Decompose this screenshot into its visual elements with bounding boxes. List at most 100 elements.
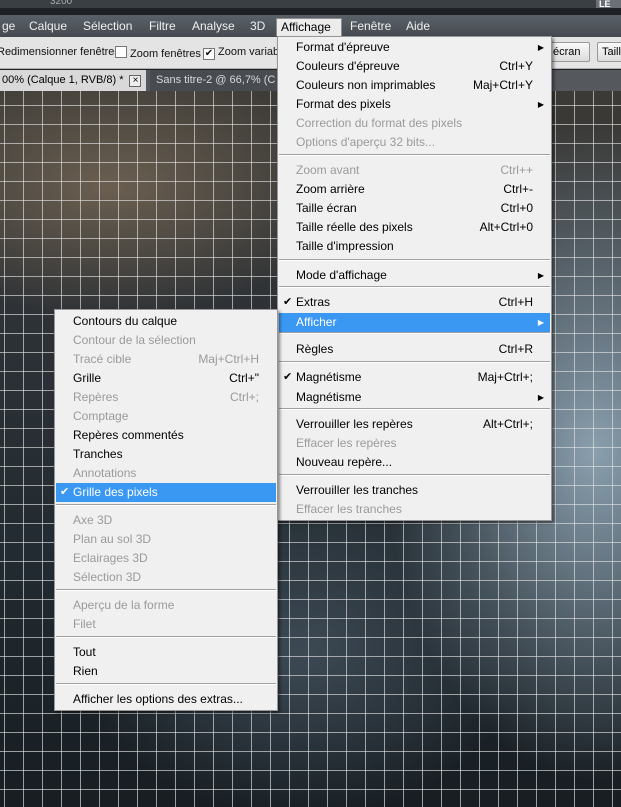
menu-item-trace-cible[interactable]: Tracé cible Maj+Ctrl+H	[56, 350, 276, 369]
resize-windows-label: Redimensionner fenêtres	[0, 46, 120, 58]
menu-item-label: Extras	[296, 295, 331, 309]
menu-item-options-d-apercu-32-bits[interactable]: Options d'aperçu 32 bits...	[279, 133, 550, 152]
menu-separator	[279, 408, 550, 410]
menu-item-couleurs-non-imprimables[interactable]: Couleurs non imprimables Maj+Ctrl+Y	[279, 76, 550, 95]
menu-3d[interactable]: 3D	[246, 18, 269, 36]
check-icon: ✔	[283, 296, 293, 308]
menu-item-label: Filet	[73, 617, 96, 631]
menu-item-shortcut: Ctrl+H	[498, 295, 533, 309]
menu-item-label: Verrouiller les repères	[296, 417, 413, 431]
menu-item-afficher[interactable]: Afficher ▶	[279, 313, 550, 332]
menu-item-afficher-les-options-des-extras[interactable]: Afficher les options des extras...	[56, 690, 276, 709]
menu-item-label: Tout	[73, 645, 96, 659]
menu-item-label: Sélection 3D	[73, 570, 142, 584]
menu-item-label: Comptage	[73, 409, 129, 423]
menu-item-label: Grille	[73, 371, 102, 385]
document-tab-title: 00% (Calque 1, RVB/8) *	[2, 74, 124, 86]
workspace-badge[interactable]: LE	[596, 0, 621, 8]
menu-selection[interactable]: Sélection	[79, 18, 136, 36]
menu-item-verrouiller-les-reperes[interactable]: Verrouiller les repères Alt+Ctrl+;	[279, 415, 550, 434]
menu-fenetre[interactable]: Fenêtre	[346, 18, 395, 36]
menu-affichage[interactable]: Affichage	[276, 18, 342, 36]
menu-item-correction-du-format-des-pixels[interactable]: Correction du format des pixels	[279, 114, 550, 133]
menu-item-selection-3d[interactable]: Sélection 3D	[56, 568, 276, 587]
document-tab-inactive[interactable]: Sans titre-2 @ 66,7% (C	[150, 70, 280, 91]
menu-item-magnetisme[interactable]: Magnétisme ▶	[279, 388, 550, 407]
menu-item-label: Tracé cible	[73, 352, 132, 366]
menu-aide[interactable]: Aide	[402, 18, 434, 36]
menu-item-shortcut: Alt+Ctrl+;	[482, 417, 533, 431]
menu-item-axe-3d[interactable]: Axe 3D	[56, 511, 276, 530]
menu-item-verrouiller-les-tranches[interactable]: Verrouiller les tranches	[279, 481, 550, 500]
menu-item-filet[interactable]: Filet	[56, 615, 276, 634]
menu-analyse[interactable]: Analyse	[188, 18, 239, 36]
zoom-variable-checkbox[interactable]: ✔	[203, 48, 215, 60]
menu-item-label: Options d'aperçu 32 bits...	[296, 135, 436, 149]
print-size-button[interactable]: Taill	[597, 42, 621, 62]
menu-separator	[279, 361, 550, 363]
menu-item-couleurs-d-epreuve[interactable]: Couleurs d'épreuve Ctrl+Y	[279, 57, 550, 76]
menu-item-eclairages-3d[interactable]: Eclairages 3D	[56, 549, 276, 568]
submenu-arrow-icon: ▶	[537, 393, 544, 402]
zoom-variable-option[interactable]: ✔ Zoom variable	[203, 46, 288, 60]
title-strip: 3200 LE	[0, 0, 621, 8]
menu-item-label: Magnétisme	[296, 370, 362, 384]
menu-item-label: Contours du calque	[73, 314, 178, 328]
menu-separator	[279, 154, 550, 156]
menu-item-effacer-les-reperes[interactable]: Effacer les repères	[279, 434, 550, 453]
menu-image[interactable]: ge	[0, 18, 19, 36]
menu-item-tout[interactable]: Tout	[56, 643, 276, 662]
menu-item-contours-du-calque[interactable]: Contours du calque	[56, 312, 276, 331]
menu-item-label: Règles	[296, 342, 334, 356]
menu-item-format-d-epreuve[interactable]: Format d'épreuve ▶	[279, 38, 550, 57]
menu-item-plan-au-sol-3d[interactable]: Plan au sol 3D	[56, 530, 276, 549]
menu-item-format-des-pixels[interactable]: Format des pixels ▶	[279, 95, 550, 114]
menu-item-tranches[interactable]: Tranches	[56, 445, 276, 464]
menu-item-label: Couleurs d'épreuve	[296, 59, 400, 73]
menu-separator	[56, 589, 276, 591]
submenu-arrow-icon: ▶	[537, 43, 544, 52]
menu-item-extras[interactable]: ✔ Extras Ctrl+H	[279, 293, 550, 312]
menu-item-comptage[interactable]: Comptage	[56, 407, 276, 426]
menu-item-taille-d-impression[interactable]: Taille d'impression	[279, 237, 550, 256]
menu-item-rien[interactable]: Rien	[56, 662, 276, 681]
fit-screen-button[interactable]: écran	[548, 42, 590, 62]
close-icon[interactable]: ×	[129, 75, 142, 87]
menu-item-reperes[interactable]: Repères Ctrl+;	[56, 388, 276, 407]
menu-item-shortcut: Ctrl+;	[229, 390, 259, 404]
menu-item-label: Format d'épreuve	[296, 40, 390, 54]
menu-item-label: Axe 3D	[73, 513, 113, 527]
menu-item-magnetisme[interactable]: ✔ Magnétisme Maj+Ctrl+;	[279, 368, 550, 387]
menu-item-effacer-les-tranches[interactable]: Effacer les tranches	[279, 500, 550, 519]
document-tab-active[interactable]: 00% (Calque 1, RVB/8) * ×	[0, 70, 146, 91]
menu-item-label: Contour de la sélection	[73, 333, 196, 347]
menu-item-shortcut: Ctrl+0	[500, 201, 533, 215]
menu-item-label: Mode d'affichage	[296, 268, 387, 282]
menu-item-shortcut: Ctrl+-	[503, 182, 533, 196]
submenu-arrow-icon: ▶	[537, 318, 544, 327]
menu-item-contour-de-la-selection[interactable]: Contour de la sélection	[56, 331, 276, 350]
menu-item-label: Tranches	[73, 447, 123, 461]
menu-item-nouveau-repere[interactable]: Nouveau repère...	[279, 453, 550, 472]
menu-item-apercu-de-la-forme[interactable]: Aperçu de la forme	[56, 596, 276, 615]
zoom-windows-checkbox[interactable]	[115, 46, 127, 58]
menu-calque[interactable]: Calque	[25, 18, 71, 36]
menu-item-taille-ecran[interactable]: Taille écran Ctrl+0	[279, 199, 550, 218]
menu-filtre[interactable]: Filtre	[145, 18, 180, 36]
menu-item-annotations[interactable]: Annotations	[56, 464, 276, 483]
menu-separator	[279, 259, 550, 261]
menu-separator	[56, 683, 276, 685]
menu-separator	[56, 636, 276, 638]
menu-item-label: Eclairages 3D	[73, 551, 148, 565]
menu-item-taille-reelle-des-pixels[interactable]: Taille réelle des pixels Alt+Ctrl+0	[279, 218, 550, 237]
menu-item-regles[interactable]: Règles Ctrl+R	[279, 340, 550, 359]
menu-item-zoom-avant[interactable]: Zoom avant Ctrl++	[279, 161, 550, 180]
menu-item-grille-des-pixels[interactable]: ✔ Grille des pixels	[56, 483, 276, 502]
menu-item-reperes-commentes[interactable]: Repères commentés	[56, 426, 276, 445]
menu-item-zoom-arriere[interactable]: Zoom arrière Ctrl+-	[279, 180, 550, 199]
menu-item-grille[interactable]: Grille Ctrl+"	[56, 369, 276, 388]
menu-item-mode-d-affichage[interactable]: Mode d'affichage ▶	[279, 266, 550, 285]
menu-separator	[279, 286, 550, 288]
menu-bar: ge Calque Sélection Filtre Analyse 3D Af…	[0, 15, 621, 37]
zoom-windows-option[interactable]: Zoom fenêtres	[115, 46, 201, 60]
